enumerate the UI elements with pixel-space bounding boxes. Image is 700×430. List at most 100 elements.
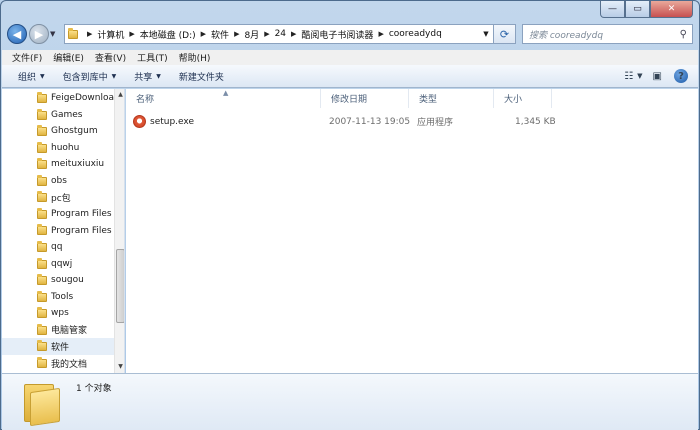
menu-item[interactable]: 工具(T): [137, 51, 168, 64]
tree-item[interactable]: sougou: [2, 272, 114, 289]
tree-item[interactable]: Games: [2, 107, 114, 124]
share-label: 共享: [134, 72, 153, 83]
tree-item-label: 软件: [51, 343, 70, 353]
breadcrumb-separator-icon[interactable]: ▶: [129, 30, 134, 38]
address-dropdown-icon[interactable]: ▼: [479, 30, 493, 38]
column-size[interactable]: 大小: [494, 89, 552, 108]
column-name[interactable]: 名称 ▲: [126, 89, 321, 108]
scrollbar-thumb[interactable]: [116, 249, 124, 323]
tree-item[interactable]: qqwj: [2, 256, 114, 273]
tree-item-label: FeigeDownloa: [51, 93, 114, 104]
tree-item[interactable]: pc包: [2, 189, 114, 206]
column-modified-label: 修改日期: [331, 95, 368, 105]
breadcrumb-separator-icon[interactable]: ▶: [87, 30, 92, 38]
navigation-scrollbar[interactable]: ▲ ▼: [114, 89, 124, 373]
preview-pane-icon[interactable]: ▣: [653, 71, 662, 82]
tree-item-label: wps: [51, 308, 69, 319]
menu-bar: 文件(F) 编辑(E) 查看(V) 工具(T) 帮助(H): [2, 50, 698, 65]
breadcrumb-separator-icon[interactable]: ▶: [234, 30, 239, 38]
folder-icon: [24, 380, 60, 427]
tree-item[interactable]: wps: [2, 305, 114, 322]
share-button[interactable]: 共享 ▼: [134, 70, 161, 83]
address-bar[interactable]: ▶ 计算机 ▶ 本地磁盘 (D:) ▶ 软件 ▶ 8月 ▶ 24 ▶ 酷阅电子书阅读器 ▶ cooread…: [64, 24, 494, 44]
breadcrumb-item[interactable]: 软件: [211, 28, 229, 41]
file-modified: 2007-11-13 19:05: [329, 116, 411, 127]
column-headers: 名称 ▲ 修改日期 类型 大小: [126, 89, 698, 108]
chevron-down-icon: ▼: [111, 72, 117, 80]
tree-item[interactable]: obs: [2, 173, 114, 190]
tree-item[interactable]: 我的文档: [2, 355, 114, 372]
tree-item[interactable]: Program Files: [2, 222, 114, 239]
breadcrumb-item[interactable]: 酷阅电子书阅读器: [301, 28, 373, 41]
help-icon[interactable]: ?: [674, 69, 688, 83]
folder-icon: [37, 340, 47, 352]
tree-item[interactable]: 电脑管家: [2, 322, 114, 339]
breadcrumb-item[interactable]: 8月: [244, 28, 259, 41]
tree-item[interactable]: Ghostgum: [2, 123, 114, 140]
breadcrumb-item[interactable]: cooreadydq: [389, 29, 442, 39]
menu-item[interactable]: 帮助(H): [179, 51, 211, 64]
minimize-button[interactable]: —: [600, 1, 625, 18]
search-icon[interactable]: ⚲: [680, 29, 687, 40]
folder-icon: [37, 158, 47, 170]
tree-item-label: qq: [51, 242, 63, 253]
scroll-down-icon[interactable]: ▼: [115, 361, 124, 373]
include-in-library-button[interactable]: 包含到库中 ▼: [63, 70, 117, 83]
search-box[interactable]: 搜索 cooreadydq ⚲: [522, 24, 693, 44]
navigation-pane: FeigeDownloa Games Ghostgum huohu meituxiuxi…: [2, 89, 125, 373]
breadcrumb-separator-icon[interactable]: ▶: [201, 30, 206, 38]
breadcrumb-item[interactable]: 本地磁盘 (D:): [140, 28, 196, 41]
column-modified[interactable]: 修改日期: [321, 89, 409, 108]
new-folder-button[interactable]: 新建文件夹: [179, 70, 224, 83]
forward-button[interactable]: ▶: [29, 24, 49, 44]
tree-item-label: sougou: [51, 275, 84, 286]
caption-buttons: — ▭ ✕: [600, 1, 693, 18]
command-bar-right: ☷ ▼ ▣ ?: [614, 69, 688, 83]
tree-item[interactable]: Program Files: [2, 206, 114, 223]
navigation-row: ◀ ▶ ▼ ▶ 计算机 ▶ 本地磁盘 (D:) ▶ 软件 ▶ 8月 ▶ 24 ▶ 酷阅电子书阅读器 ▶ c…: [7, 21, 693, 47]
organize-label: 组织: [18, 72, 37, 83]
folder-front-shape: [30, 387, 60, 427]
tree-item-label: pc包: [51, 194, 71, 205]
scroll-up-icon[interactable]: ▲: [115, 89, 124, 101]
organize-button[interactable]: 组织 ▼: [18, 70, 45, 83]
back-button[interactable]: ◀: [7, 24, 27, 44]
breadcrumb: ▶ 计算机 ▶ 本地磁盘 (D:) ▶ 软件 ▶ 8月 ▶ 24 ▶ 酷阅电子书阅读器 ▶ cooread…: [68, 27, 442, 41]
folder-icon: [37, 274, 47, 286]
tree-item[interactable]: meituxiuxiu: [2, 156, 114, 173]
tree-item-label: huohu: [51, 142, 80, 153]
folder-icon: [37, 108, 47, 120]
breadcrumb-separator-icon[interactable]: ▶: [264, 30, 269, 38]
tree-item[interactable]: FeigeDownloa: [2, 90, 114, 107]
file-type: 应用程序: [417, 118, 454, 128]
view-options-icon[interactable]: ☷: [624, 71, 633, 82]
tree-item-label: Program Files: [51, 209, 112, 220]
tree-item-label: obs: [51, 176, 67, 186]
chevron-down-icon: ▼: [156, 72, 161, 80]
refresh-button[interactable]: ⟳: [494, 24, 516, 44]
tree-item[interactable]: qq: [2, 239, 114, 256]
menu-item[interactable]: 编辑(E): [53, 51, 84, 64]
breadcrumb-separator-icon[interactable]: ▶: [378, 30, 383, 38]
tree-item[interactable]: 软件: [2, 338, 114, 355]
maximize-button[interactable]: ▭: [625, 1, 650, 18]
close-button[interactable]: ✕: [650, 1, 693, 18]
breadcrumb-item[interactable]: 24: [275, 29, 286, 39]
tree-item[interactable]: huohu: [2, 140, 114, 157]
tree-item[interactable]: Tools: [2, 289, 114, 306]
item-count: 1 个对象: [76, 384, 112, 394]
folder-icon: [37, 356, 47, 368]
menu-item[interactable]: 文件(F): [12, 51, 42, 64]
chevron-down-icon[interactable]: ▼: [637, 72, 642, 80]
history-dropdown-icon[interactable]: ▼: [50, 30, 60, 38]
breadcrumb-item[interactable]: 计算机: [97, 28, 124, 41]
tree-item-label: Games: [51, 109, 83, 120]
file-row[interactable]: setup.exe 2007-11-13 19:05 应用程序 1,345 KB: [132, 113, 572, 130]
column-type[interactable]: 类型: [409, 89, 494, 108]
details-pane: 1 个对象: [2, 373, 698, 430]
folder-icon: [37, 207, 47, 219]
breadcrumb-separator-icon[interactable]: ▶: [291, 30, 296, 38]
explorer-window: — ▭ ✕ ◀ ▶ ▼ ▶ 计算机 ▶ 本地磁盘 (D:) ▶ 软件 ▶ 8月 ▶ 24 ▶ 酷阅电子…: [0, 0, 700, 430]
menu-item[interactable]: 查看(V): [95, 51, 126, 64]
column-type-label: 类型: [419, 95, 438, 105]
